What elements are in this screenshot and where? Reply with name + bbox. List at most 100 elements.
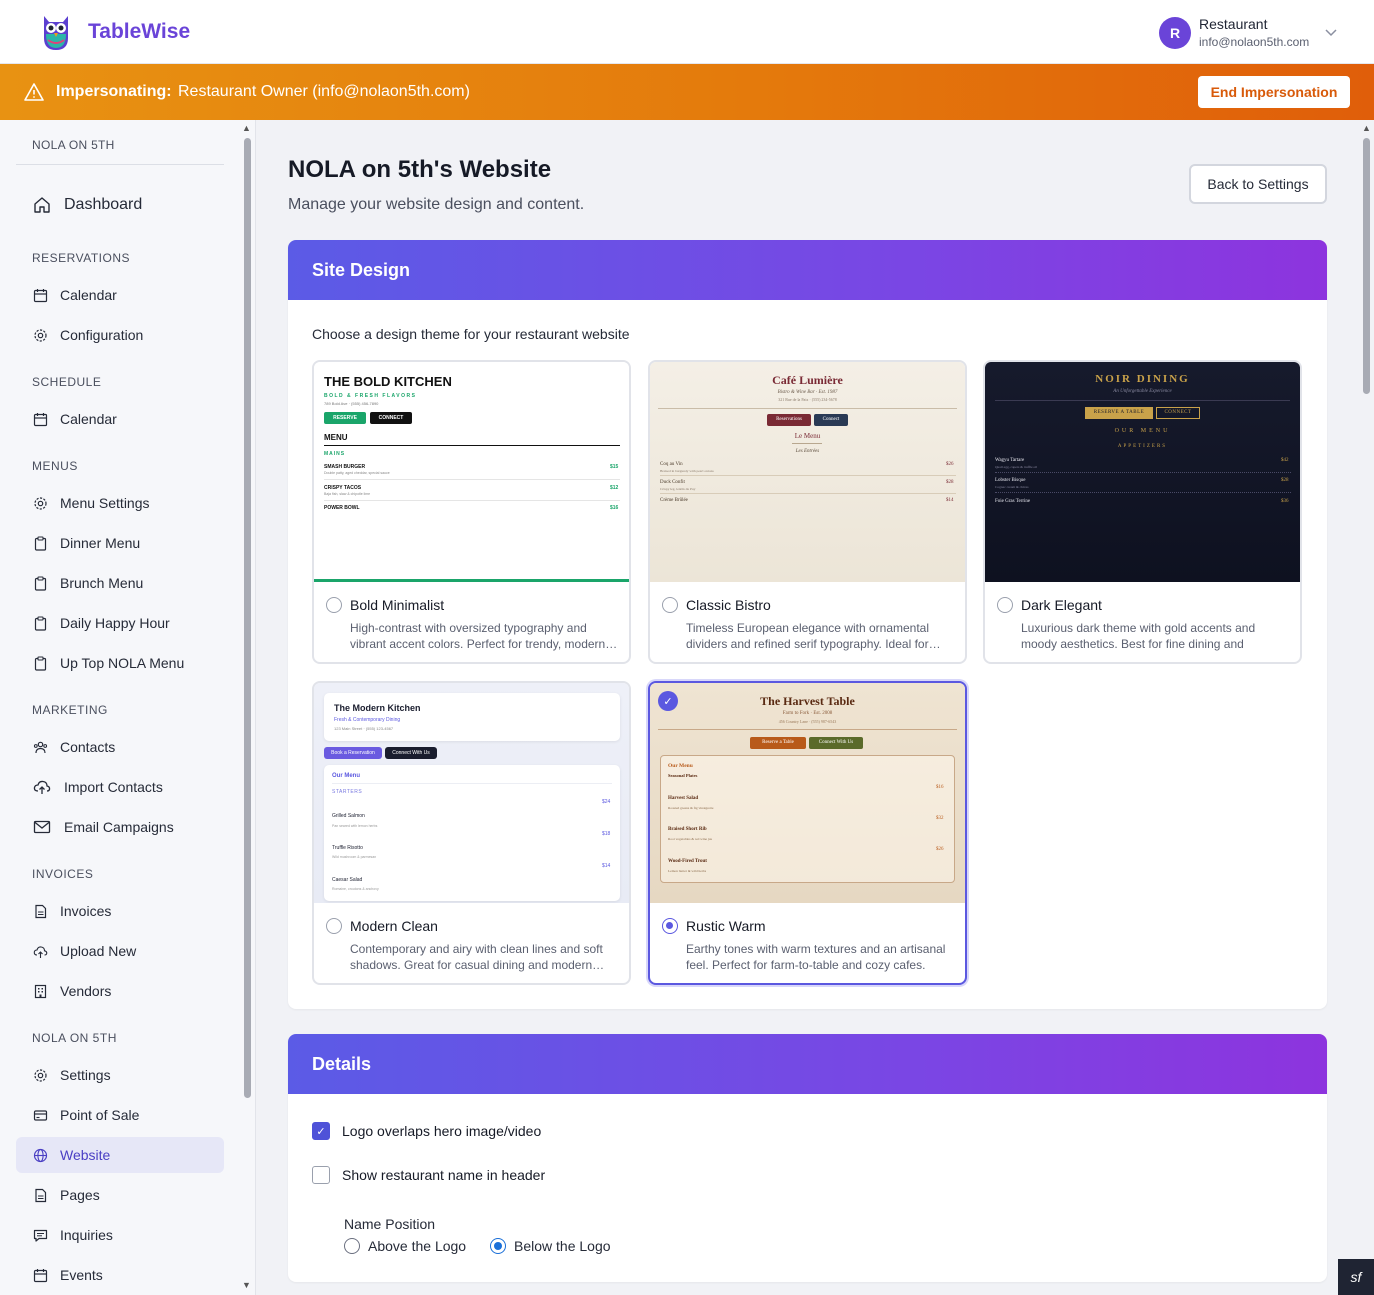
sidebar-item-label: Daily Happy Hour [60,615,170,631]
sidebar-item-upload-new[interactable]: Upload New [16,933,224,969]
sidebar-item-label: Vendors [60,983,112,999]
sidebar-item-settings[interactable]: Settings [16,1057,224,1093]
theme-card-dark-elegant[interactable]: NOIR DINING An Unforgettable Experience … [983,360,1302,664]
user-email: info@nolaon5th.com [1199,35,1310,49]
end-impersonation-button[interactable]: End Impersonation [1198,76,1350,108]
preview-item: Coq au Vin [660,462,683,467]
sidebar-section-marketing: MARKETING [32,703,108,717]
preview-menu-heading: OUR MENU [1114,428,1171,434]
document-icon [35,1188,47,1203]
sidebar-item-dashboard[interactable]: Dashboard [16,187,224,223]
logo-overlaps-checkbox[interactable]: ✓ [312,1122,330,1140]
preview-item: Lobster Bisque [995,478,1026,483]
preview-address: 123 Main Street · (555) 123-4567 [334,726,394,731]
brand-name[interactable]: TableWise [88,20,190,44]
preview-menu-heading: Our Menu [332,773,360,779]
preview-price: $14 [602,863,611,869]
sidebar-item-inquiries[interactable]: Inquiries [16,1217,224,1253]
sidebar-item-website[interactable]: Website [16,1137,224,1173]
theme-radio[interactable] [326,918,342,934]
theme-card-bold-minimalist[interactable]: THE BOLD KITCHEN BOLD & FRESH FLAVORS 78… [312,360,631,664]
sidebar-item-menu-settings[interactable]: Menu Settings [16,485,224,521]
preview-item: Foie Gras Terrine [995,499,1031,504]
preview-item: Wood-Fired Trout [668,859,707,864]
preview-tagline: Fresh & Contemporary Dining [334,717,401,723]
sidebar-section-schedule: SCHEDULE [32,375,102,389]
preview-price: $28 [1281,478,1289,483]
sidebar-item-label: Point of Sale [60,1107,140,1123]
sidebar-item-dinner-menu[interactable]: Dinner Menu [16,525,224,561]
sidebar-item-pages[interactable]: Pages [16,1177,224,1213]
preview-price: $32 [936,816,944,821]
theme-card-modern-clean[interactable]: The Modern Kitchen Fresh & Contemporary … [312,681,631,985]
show-name-option[interactable]: Show restaurant name in header [312,1166,545,1184]
chevron-down-icon[interactable] [1325,28,1337,37]
sidebar-item-label: Menu Settings [60,495,150,511]
theme-name: Rustic Warm [686,918,766,934]
preview-section: Seasonal Plates [668,773,698,778]
preview-price: $28 [946,480,954,485]
theme-instructions: Choose a design theme for your restauran… [312,326,630,342]
preview-item-desc: Cognac cream & chives [995,485,1029,489]
theme-name: Dark Elegant [1021,597,1102,613]
checkbox-label: Show restaurant name in header [342,1167,546,1183]
sidebar-item-reservations-calendar[interactable]: Calendar [16,277,224,313]
sidebar-item-daily-happy-hour[interactable]: Daily Happy Hour [16,605,224,641]
preview-price: $24 [602,799,611,805]
sidebar-item-import-contacts[interactable]: Import Contacts [16,769,224,805]
preview-price: $18 [602,831,611,837]
preview-button: Connect [814,414,848,426]
radio-above[interactable] [344,1238,360,1254]
symfony-toolbar-icon[interactable]: sf [1338,1259,1374,1295]
card-heading: Site Design [288,240,1327,300]
clipboard-icon [34,616,47,631]
theme-description: Timeless European elegance with ornament… [686,621,941,651]
sidebar-item-configuration[interactable]: Configuration [16,317,224,353]
preview-item-desc: Crispy leg, lentils du Puy [660,487,696,491]
owl-logo-icon[interactable] [40,12,72,52]
user-menu[interactable]: R Restaurant info@nolaon5th.com [1159,16,1337,49]
preview-price: $15 [610,464,619,470]
preview-section: Les Entrées [795,449,820,454]
scroll-down-icon[interactable]: ▼ [242,1280,251,1290]
scroll-up-icon[interactable]: ▲ [1362,123,1371,133]
name-position-below[interactable]: Below the Logo [490,1238,611,1254]
preview-price: $16 [936,785,944,790]
sidebar-item-vendors[interactable]: Vendors [16,973,224,1009]
theme-radio[interactable] [662,597,678,613]
main-scrollbar[interactable] [1363,138,1370,394]
sidebar-item-label: Invoices [60,903,112,919]
preview-item: Harvest Salad [668,796,699,801]
preview-title: THE BOLD KITCHEN [324,374,452,389]
theme-description: Luxurious dark theme with gold accents a… [1021,621,1256,651]
radio-below[interactable] [490,1238,506,1254]
logo-overlaps-option[interactable]: ✓ Logo overlaps hero image/video [312,1122,541,1140]
sidebar-item-email-campaigns[interactable]: Email Campaigns [16,809,224,845]
theme-preview: Café Lumière Bistro & Wine Bar · Est. 19… [650,362,965,582]
sidebar-item-contacts[interactable]: Contacts [16,729,224,765]
sidebar-item-label: Pages [60,1187,100,1203]
theme-name: Modern Clean [350,918,438,934]
preview-item: Duck Confit [660,480,685,485]
sidebar-item-invoices[interactable]: Invoices [16,893,224,929]
name-position-above[interactable]: Above the Logo [344,1238,466,1254]
back-to-settings-button[interactable]: Back to Settings [1189,164,1327,204]
sidebar-scrollbar[interactable] [244,138,251,1098]
theme-radio[interactable] [997,597,1013,613]
theme-card-classic-bistro[interactable]: Café Lumière Bistro & Wine Bar · Est. 19… [648,360,967,664]
preview-tagline: An Unforgettable Experience [1113,389,1172,394]
theme-card-rustic-warm[interactable]: ✓ The Harvest Table Farm to Fork · Est. … [648,681,967,985]
theme-name: Bold Minimalist [350,597,445,613]
sidebar-item-up-top-nola-menu[interactable]: Up Top NOLA Menu [16,645,224,681]
theme-radio[interactable] [662,918,678,934]
sidebar-item-schedule-calendar[interactable]: Calendar [16,401,224,437]
preview-price: $36 [1281,499,1289,504]
show-name-checkbox[interactable] [312,1166,330,1184]
gear-icon [34,329,47,342]
theme-radio[interactable] [326,597,342,613]
scroll-up-icon[interactable]: ▲ [242,123,251,133]
sidebar-item-events[interactable]: Events [16,1257,224,1293]
sidebar-item-brunch-menu[interactable]: Brunch Menu [16,565,224,601]
preview-price: $42 [1281,458,1289,463]
sidebar-item-point-of-sale[interactable]: Point of Sale [16,1097,224,1133]
